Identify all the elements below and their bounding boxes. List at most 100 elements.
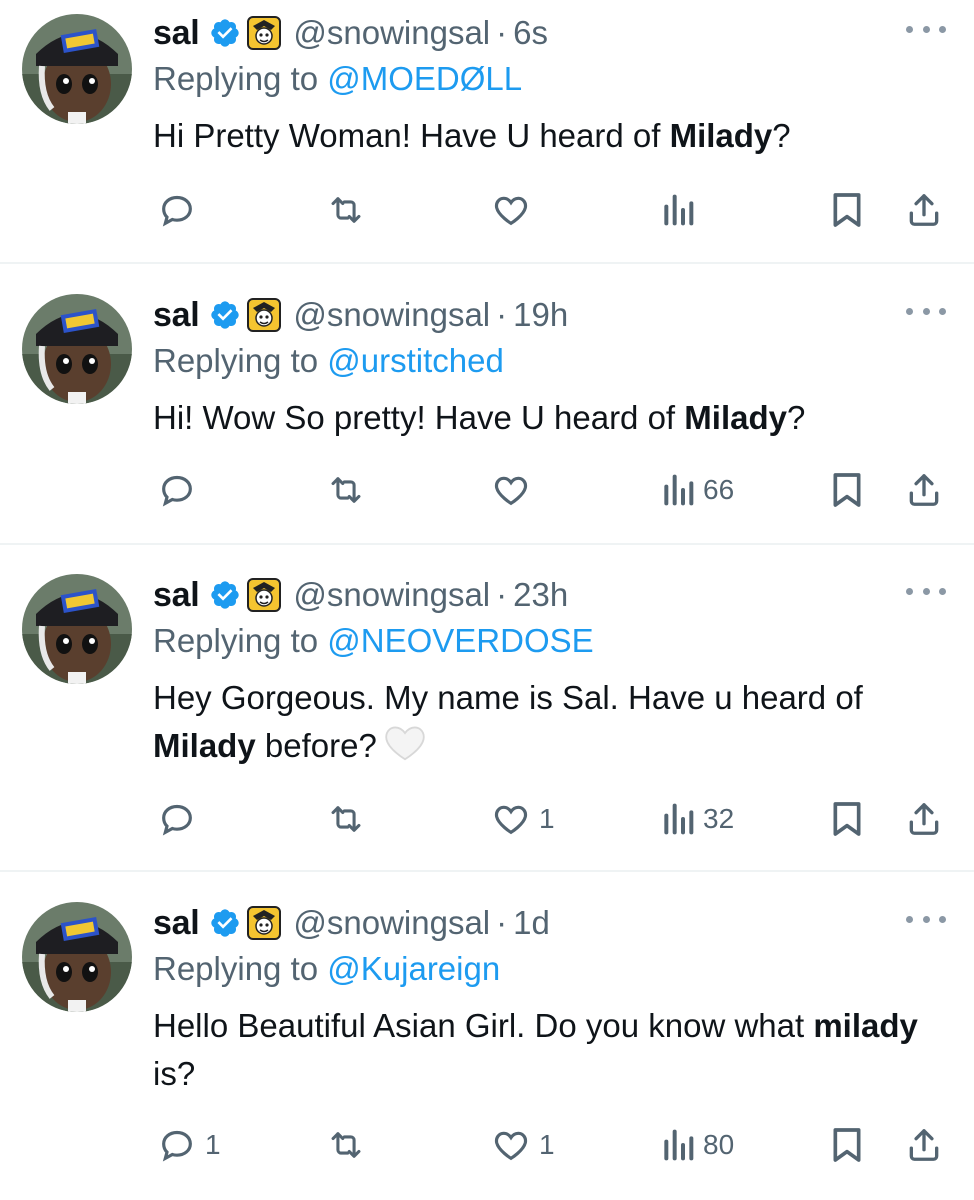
like-button[interactable] [491, 185, 539, 235]
replying-to: Replying to @Kujareign [153, 950, 500, 988]
tweet-header: sal @snowingsal · 6s [153, 10, 548, 56]
retweet-button[interactable] [325, 1120, 375, 1170]
verified-badge-icon [209, 907, 241, 939]
share-icon [909, 803, 939, 835]
action-bar: 66 [153, 465, 953, 515]
divider [0, 262, 974, 264]
mention-link[interactable]: @urstitched [327, 342, 504, 379]
verified-badge-icon [209, 299, 241, 331]
text-segment: is? [153, 1055, 196, 1092]
separator-dot: · [496, 576, 508, 613]
reply-button[interactable]: 1 [157, 1120, 221, 1170]
views-icon [664, 1129, 694, 1161]
tweet-text: Hello Beautiful Asian Girl. Do you know … [153, 1002, 953, 1098]
display-name[interactable]: sal [153, 576, 200, 615]
retweet-icon [331, 197, 361, 223]
reply-button[interactable] [157, 185, 205, 235]
reply-button[interactable] [157, 794, 205, 844]
reply-feed: sal @snowingsal · 6s Replying to @MOEDØL… [0, 0, 974, 1200]
share-button[interactable] [905, 185, 943, 235]
text-segment: before? [255, 727, 377, 765]
like-button[interactable]: 1 [491, 794, 555, 844]
timestamp[interactable]: 19h [513, 296, 568, 334]
views-button[interactable]: 66 [661, 465, 734, 515]
more-icon[interactable] [906, 14, 946, 44]
share-button[interactable] [905, 1120, 943, 1170]
share-icon [909, 1129, 939, 1161]
separator-dot: · [496, 14, 508, 51]
bookmark-button[interactable] [829, 465, 865, 515]
user-handle[interactable]: @snowingsal [293, 576, 490, 614]
bookmark-button[interactable] [829, 794, 865, 844]
text-segment: Hello Beautiful Asian Girl. Do you know … [153, 1007, 814, 1044]
user-handle[interactable]: @snowingsal [293, 14, 490, 52]
action-bar [153, 185, 953, 235]
views-button[interactable]: 80 [661, 1120, 734, 1170]
user-handle[interactable]: @snowingsal [293, 296, 490, 334]
bookmark-button[interactable] [829, 1120, 865, 1170]
bookmark-button[interactable] [829, 185, 865, 235]
like-button[interactable]: 1 [491, 1120, 555, 1170]
divider [0, 543, 974, 545]
user-handle[interactable]: @snowingsal [293, 904, 490, 942]
divider [0, 870, 974, 872]
more-icon[interactable] [906, 576, 946, 606]
affiliate-badge-icon[interactable] [247, 906, 282, 940]
tweet[interactable]: sal @snowingsal · 19h Replying to @ursti… [0, 282, 974, 544]
like-icon [494, 196, 528, 226]
reply-icon [162, 475, 192, 507]
verified-badge-icon [209, 17, 241, 49]
retweet-button[interactable] [325, 465, 375, 515]
views-button[interactable]: 32 [661, 794, 734, 844]
views-icon [664, 474, 694, 506]
more-icon[interactable] [906, 904, 946, 934]
bold-text: Milady [684, 399, 787, 436]
mention-link[interactable]: @NEOVERDOSE [327, 622, 593, 659]
display-name[interactable]: sal [153, 296, 200, 335]
avatar[interactable] [22, 574, 132, 684]
timestamp[interactable]: 1d [513, 904, 550, 942]
reply-button[interactable] [157, 465, 205, 515]
replying-label: Replying to [153, 950, 328, 987]
tweet[interactable]: sal @snowingsal · 23h Replying to @NEOVE… [0, 562, 974, 870]
share-button[interactable] [905, 465, 943, 515]
white-heart-emoji [383, 722, 427, 775]
share-button[interactable] [905, 794, 943, 844]
bookmark-icon [833, 473, 861, 507]
affiliate-badge-icon[interactable] [247, 16, 282, 50]
timestamp[interactable]: 6s [513, 14, 548, 52]
like-button[interactable] [491, 465, 539, 515]
action-bar: 1 1 80 [153, 1120, 953, 1170]
reply-icon [162, 1130, 192, 1162]
avatar[interactable] [22, 14, 132, 124]
tweet[interactable]: sal @snowingsal · 1d Replying to @Kujare… [0, 890, 974, 1200]
share-icon [909, 474, 939, 506]
retweet-button[interactable] [325, 185, 375, 235]
like-count: 1 [539, 1129, 555, 1160]
views-count: 66 [703, 474, 735, 505]
retweet-button[interactable] [325, 794, 375, 844]
views-count: 32 [703, 803, 735, 834]
display-name[interactable]: sal [153, 14, 200, 53]
mention-link[interactable]: @MOEDØLL [327, 60, 522, 97]
like-icon [494, 805, 528, 835]
replying-label: Replying to [153, 622, 328, 659]
retweet-icon [331, 806, 361, 832]
affiliate-badge-icon[interactable] [247, 578, 282, 612]
text-segment: ? [772, 117, 791, 154]
views-button[interactable] [661, 185, 703, 235]
tweet[interactable]: sal @snowingsal · 6s Replying to @MOEDØL… [0, 0, 974, 262]
display-name[interactable]: sal [153, 904, 200, 943]
tweet-text: Hi Pretty Woman! Have U heard of Milady? [153, 112, 953, 160]
tweet-header: sal @snowingsal · 1d [153, 900, 550, 946]
more-icon[interactable] [906, 296, 946, 326]
avatar[interactable] [22, 902, 132, 1012]
affiliate-badge-icon[interactable] [247, 298, 282, 332]
like-count: 1 [539, 803, 555, 834]
like-icon [494, 1131, 528, 1161]
mention-link[interactable]: @Kujareign [327, 950, 500, 987]
avatar[interactable] [22, 294, 132, 404]
tweet-header: sal @snowingsal · 23h [153, 572, 568, 618]
tweet-header: sal @snowingsal · 19h [153, 292, 568, 338]
timestamp[interactable]: 23h [513, 576, 568, 614]
